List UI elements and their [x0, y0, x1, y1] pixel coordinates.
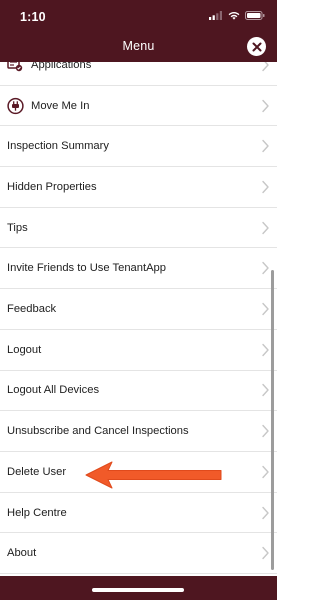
- close-icon: [252, 42, 261, 51]
- menu-item-about[interactable]: About: [0, 533, 277, 575]
- signal-icon: [209, 11, 222, 20]
- chevron-right-icon: [262, 221, 269, 234]
- menu-item-label: Applications: [31, 62, 92, 71]
- menu-list: Applications Move Me In Inspection Summa…: [0, 62, 277, 576]
- menu-item-label: About: [7, 547, 37, 560]
- footer-bar: [0, 576, 277, 600]
- menu-item-label: Logout All Devices: [7, 384, 100, 397]
- menu-item-label: Delete User: [7, 465, 67, 478]
- battery-icon: [245, 11, 265, 20]
- arrow-left-icon: [85, 461, 222, 489]
- menu-item-tips[interactable]: Tips: [0, 207, 277, 249]
- header: Menu: [0, 30, 277, 62]
- menu-item-hidden-properties[interactable]: Hidden Properties: [0, 167, 277, 208]
- menu-item-invite-friends[interactable]: Invite Friends to Use TenantApp: [0, 248, 277, 290]
- chevron-right-icon: [262, 262, 269, 275]
- menu-item-label: Move Me In: [31, 99, 90, 112]
- menu-item-logout-all-devices[interactable]: Logout All Devices: [0, 370, 277, 412]
- menu-item-label: Hidden Properties: [7, 180, 97, 193]
- menu-item-label: Tips: [7, 221, 28, 234]
- status-icons: [209, 11, 265, 20]
- menu-item-logout[interactable]: Logout: [0, 329, 277, 371]
- menu-item-label: Logout: [7, 343, 42, 356]
- applications-icon: [7, 62, 23, 72]
- chevron-right-icon: [262, 424, 269, 438]
- chevron-right-icon: [262, 180, 269, 194]
- menu-item-feedback[interactable]: Feedback: [0, 289, 277, 330]
- status-time: 1:10: [20, 10, 46, 24]
- scrollbar[interactable]: [271, 270, 274, 570]
- menu-item-label: Invite Friends to Use TenantApp: [7, 262, 166, 275]
- menu-item-move-me-in[interactable]: Move Me In: [0, 85, 277, 127]
- menu-item-label: Unsubscribe and Cancel Inspections: [7, 425, 189, 438]
- wifi-icon: [228, 11, 240, 20]
- menu-item-applications[interactable]: Applications: [0, 62, 277, 86]
- menu-item-label: Help Centre: [7, 506, 67, 519]
- chevron-right-icon: [262, 384, 269, 397]
- chevron-right-icon: [262, 465, 269, 479]
- chevron-right-icon: [262, 302, 269, 316]
- chevron-right-icon: [262, 140, 269, 153]
- chevron-right-icon: [262, 62, 269, 72]
- menu-item-help-centre[interactable]: Help Centre: [0, 492, 277, 534]
- menu-item-label: Inspection Summary: [7, 140, 109, 153]
- plug-icon: [7, 97, 24, 114]
- chevron-right-icon: [262, 99, 269, 112]
- chevron-right-icon: [262, 343, 269, 356]
- home-indicator[interactable]: [92, 588, 184, 592]
- chevron-right-icon: [262, 506, 269, 519]
- menu-item-inspection-summary[interactable]: Inspection Summary: [0, 126, 277, 168]
- close-button[interactable]: [247, 37, 266, 56]
- status-bar: 1:10: [0, 0, 277, 30]
- page-title: Menu: [122, 39, 155, 53]
- menu-item-unsubscribe[interactable]: Unsubscribe and Cancel Inspections: [0, 411, 277, 452]
- menu-item-label: Feedback: [7, 303, 57, 316]
- chevron-right-icon: [262, 547, 269, 560]
